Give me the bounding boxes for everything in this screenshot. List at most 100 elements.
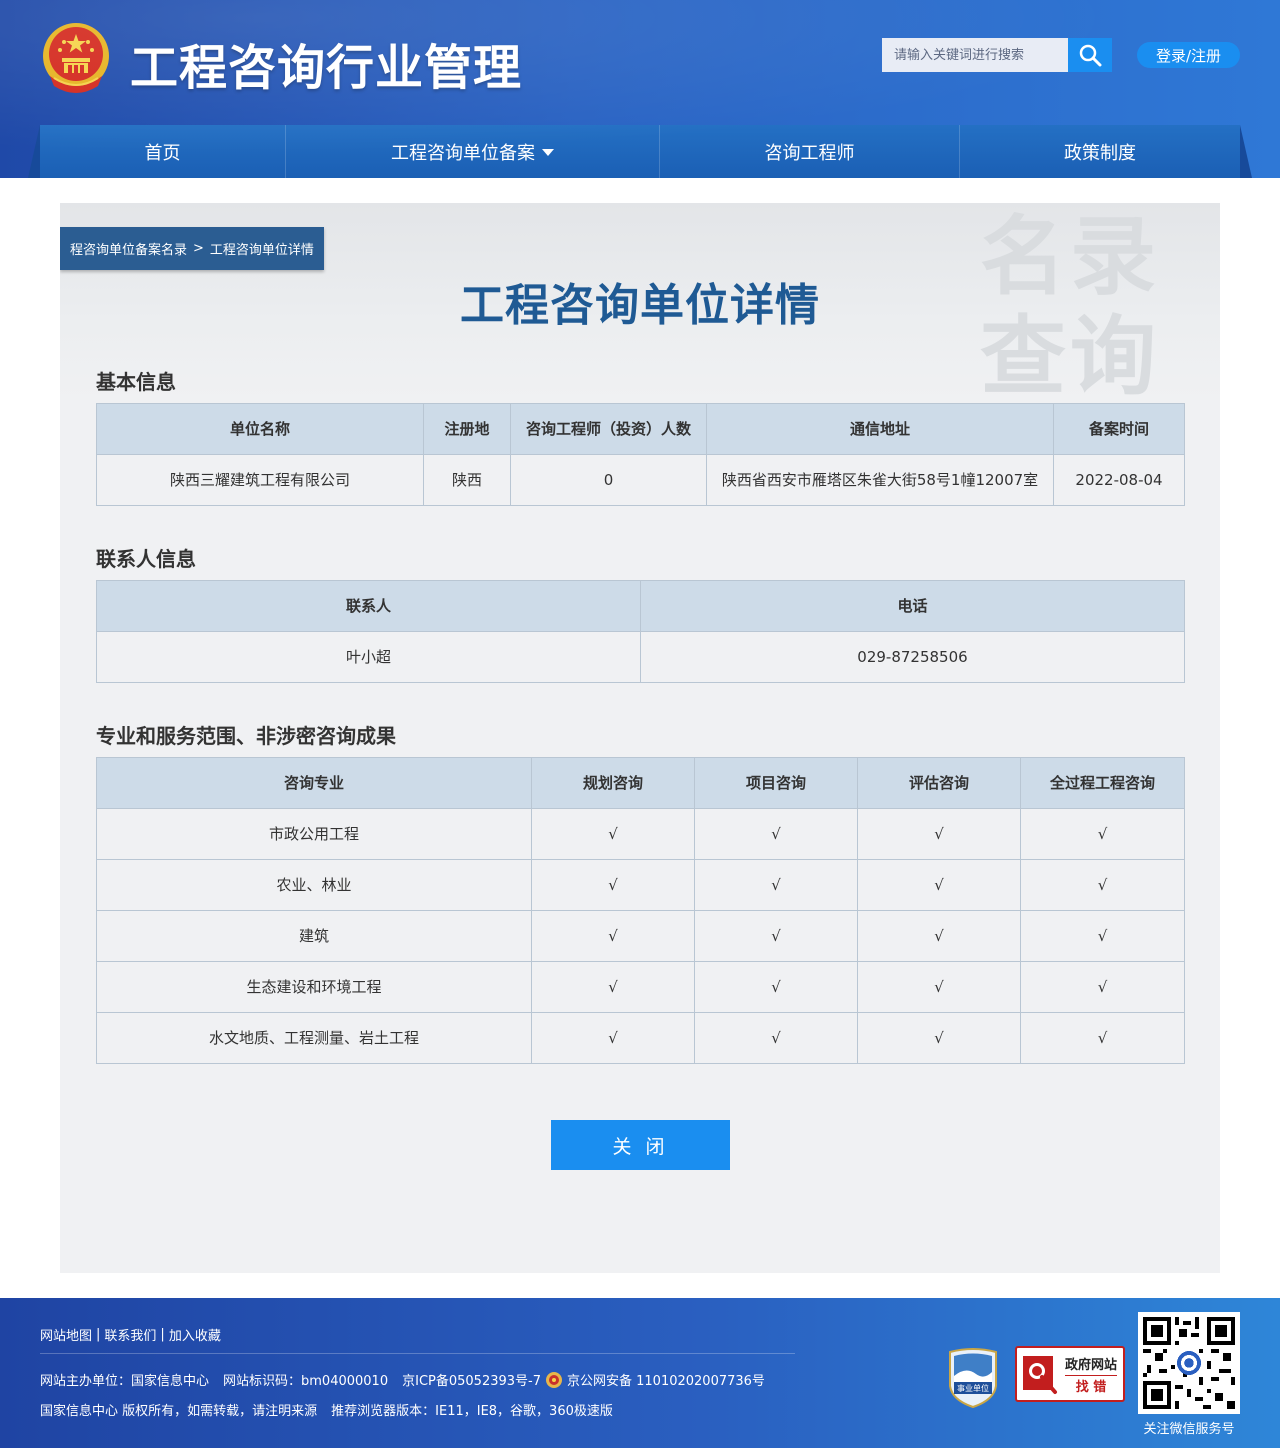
wechat-qr-code <box>1138 1312 1240 1414</box>
public-institution-badge-icon[interactable]: 事业单位 <box>946 1346 1000 1408</box>
check-cell: √ <box>531 859 695 911</box>
table-row: 叶小超 029-87258506 <box>96 631 1185 683</box>
table-row: 农业、林业 √ √ √ √ <box>96 859 1185 911</box>
main-nav: 首页 工程咨询单位备案 咨询工程师 政策制度 <box>40 125 1240 178</box>
engineer-count-cell: 0 <box>510 454 707 506</box>
table-header-cell: 备案时间 <box>1053 403 1185 455</box>
footer-divider <box>40 1353 795 1354</box>
footer-copyright-line: 国家信息中心 版权所有，如需转载，请注明来源 推荐浏览器版本：IE11，IE8，… <box>40 1400 627 1419</box>
footer-police[interactable]: 京公网安备 11010202007736号 <box>567 1370 765 1389</box>
site-header: 工程咨询行业管理 登录/注册 首页 工程咨询单位备案 咨询工程师 政策制度 <box>0 0 1280 178</box>
contact-person-cell: 叶小超 <box>96 631 641 683</box>
section-title-service-scope: 专业和服务范围、非涉密咨询成果 <box>96 724 396 748</box>
check-cell: √ <box>857 961 1021 1013</box>
footer-link-separator: | <box>160 1327 165 1342</box>
table-header-cell: 项目咨询 <box>694 757 858 809</box>
search-icon <box>1079 44 1102 67</box>
check-cell: √ <box>694 859 858 911</box>
table-row: 市政公用工程 √ √ √ √ <box>96 808 1185 860</box>
breadcrumb-parent-link[interactable]: 程咨询单位备案名录 <box>70 239 187 258</box>
footer-link-sitemap[interactable]: 网站地图 <box>40 1325 92 1344</box>
table-header-row: 单位名称 注册地 咨询工程师（投资）人数 通信地址 备案时间 <box>96 403 1185 455</box>
page-title: 工程咨询单位详情 <box>460 280 820 331</box>
table-row: 陕西三耀建筑工程有限公司 陕西 0 陕西省西安市雁塔区朱雀大街58号1幢1200… <box>96 454 1185 506</box>
nav-item-label: 首页 <box>144 142 181 164</box>
nav-item-home[interactable]: 首页 <box>40 125 286 178</box>
registration-date-cell: 2022-08-04 <box>1053 454 1185 506</box>
service-scope-table: 咨询专业 规划咨询 项目咨询 评估咨询 全过程工程咨询 市政公用工程 √ √ √… <box>96 757 1185 1064</box>
specialty-cell: 生态建设和环境工程 <box>96 961 532 1013</box>
check-cell: √ <box>1020 910 1185 962</box>
registration-place-cell: 陕西 <box>423 454 511 506</box>
search-button[interactable] <box>1068 38 1112 72</box>
site-title: 工程咨询行业管理 <box>130 40 523 96</box>
nav-item-label: 咨询工程师 <box>764 142 855 164</box>
footer-browser: 推荐浏览器版本：IE11，IE8，谷歌，360极速版 <box>331 1404 613 1419</box>
specialty-cell: 市政公用工程 <box>96 808 532 860</box>
table-header-row: 咨询专业 规划咨询 项目咨询 评估咨询 全过程工程咨询 <box>96 757 1185 809</box>
check-cell: √ <box>857 808 1021 860</box>
footer-site-code: 网站标识码：bm04000010 <box>223 1374 389 1389</box>
footer-link-bookmark[interactable]: 加入收藏 <box>169 1325 221 1344</box>
site-footer: 网站地图 | 联系我们 | 加入收藏 网站主办单位：国家信息中心 网站标识码：b… <box>0 1298 1280 1448</box>
table-header-cell: 咨询工程师（投资）人数 <box>510 403 707 455</box>
check-cell: √ <box>694 808 858 860</box>
check-cell: √ <box>531 808 695 860</box>
specialty-cell: 建筑 <box>96 910 532 962</box>
nav-item-label: 工程咨询单位备案 <box>391 142 535 164</box>
check-cell: √ <box>1020 1012 1185 1064</box>
footer-links: 网站地图 | 联系我们 | 加入收藏 <box>40 1325 221 1344</box>
footer-copyright: 国家信息中心 版权所有，如需转载，请注明来源 <box>40 1404 318 1419</box>
login-register-button[interactable]: 登录/注册 <box>1137 42 1240 68</box>
search-input[interactable] <box>882 38 1068 72</box>
phone-cell: 029-87258506 <box>640 631 1185 683</box>
caret-down-icon <box>542 149 554 156</box>
table-header-cell: 单位名称 <box>96 403 424 455</box>
breadcrumb-separator: > <box>193 241 204 256</box>
table-header-cell: 电话 <box>640 580 1185 632</box>
qr-code-icon <box>1143 1317 1235 1409</box>
table-header-cell: 咨询专业 <box>96 757 532 809</box>
check-cell: √ <box>857 859 1021 911</box>
check-cell: √ <box>1020 808 1185 860</box>
footer-info-line: 网站主办单位：国家信息中心 网站标识码：bm04000010 京ICP备0505… <box>40 1370 779 1389</box>
table-row: 水文地质、工程测量、岩土工程 √ √ √ √ <box>96 1012 1185 1064</box>
specialty-cell: 农业、林业 <box>96 859 532 911</box>
close-button[interactable]: 关 闭 <box>551 1120 730 1170</box>
police-badge-icon <box>546 1371 562 1388</box>
gov-error-title: 政府网站 <box>1065 1357 1118 1373</box>
qr-code-label: 关注微信服务号 <box>1143 1422 1235 1437</box>
table-row: 生态建设和环境工程 √ √ √ √ <box>96 961 1185 1013</box>
check-cell: √ <box>857 910 1021 962</box>
breadcrumb: 程咨询单位备案名录 > 工程咨询单位详情 <box>60 227 324 270</box>
table-header-cell: 联系人 <box>96 580 641 632</box>
footer-link-contact[interactable]: 联系我们 <box>104 1325 156 1344</box>
check-cell: √ <box>857 1012 1021 1064</box>
address-cell: 陕西省西安市雁塔区朱雀大街58号1幢12007室 <box>706 454 1054 506</box>
footer-icp[interactable]: 京ICP备05052393号-7 <box>402 1370 541 1389</box>
unit-name-cell: 陕西三耀建筑工程有限公司 <box>96 454 424 506</box>
nav-item-consulting-engineer[interactable]: 咨询工程师 <box>660 125 960 178</box>
check-cell: √ <box>1020 961 1185 1013</box>
section-title-contact-info: 联系人信息 <box>96 547 196 571</box>
gov-error-subtitle: 找 错 <box>1065 1374 1118 1395</box>
table-header-cell: 通信地址 <box>706 403 1054 455</box>
table-row: 建筑 √ √ √ √ <box>96 910 1185 962</box>
svg-text:事业单位: 事业单位 <box>957 1383 989 1393</box>
section-title-basic-info: 基本信息 <box>96 370 176 394</box>
check-cell: √ <box>1020 859 1185 911</box>
footer-link-separator: | <box>96 1327 101 1342</box>
nav-item-policy[interactable]: 政策制度 <box>960 125 1240 178</box>
breadcrumb-current: 工程咨询单位详情 <box>209 243 314 258</box>
table-header-row: 联系人 电话 <box>96 580 1185 632</box>
check-cell: √ <box>694 910 858 962</box>
magnifier-icon <box>1023 1356 1057 1394</box>
table-header-cell: 规划咨询 <box>531 757 695 809</box>
nav-item-label: 政策制度 <box>1064 142 1136 164</box>
check-cell: √ <box>531 961 695 1013</box>
check-cell: √ <box>531 910 695 962</box>
national-emblem-icon <box>43 23 109 93</box>
footer-host: 网站主办单位：国家信息中心 <box>40 1374 210 1389</box>
nav-item-unit-registration[interactable]: 工程咨询单位备案 <box>286 125 660 178</box>
gov-website-error-report-button[interactable]: 政府网站 找 错 <box>1015 1346 1125 1402</box>
